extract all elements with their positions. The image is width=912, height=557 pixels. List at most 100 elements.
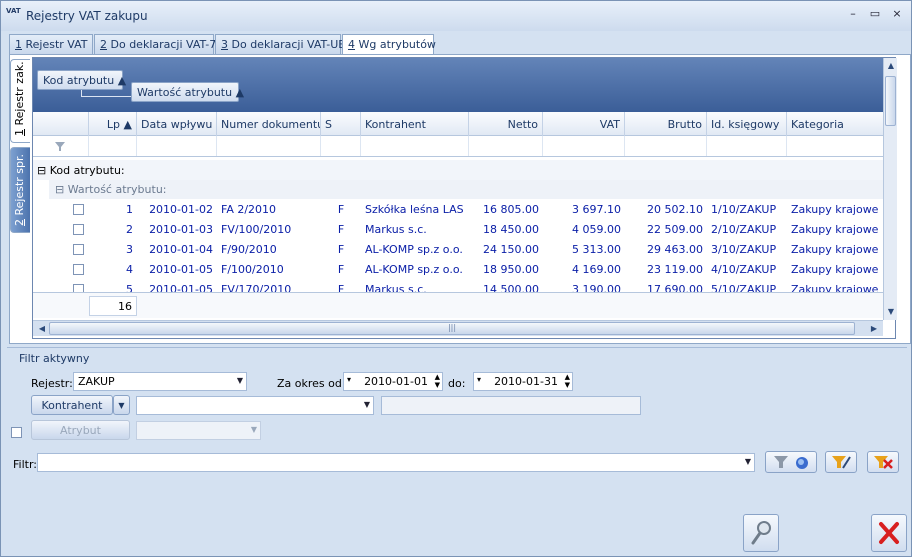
register-select[interactable]: ZAKUP ▼ xyxy=(73,372,247,391)
date-to-input[interactable]: ▾ 2010-01-31 ▲ ▼ xyxy=(473,372,573,391)
row-checkbox[interactable] xyxy=(73,224,84,235)
row-checkbox[interactable] xyxy=(73,264,84,275)
row-checkbox[interactable] xyxy=(73,204,84,215)
filter-cell-icon[interactable] xyxy=(33,136,89,156)
group-chip-wartosc-atrybutu[interactable]: Wartość atrybutu ▲ xyxy=(131,82,244,102)
row-checkbox[interactable] xyxy=(73,284,84,292)
filter-wizard-button[interactable] xyxy=(825,451,857,473)
header-brutto[interactable]: Brutto xyxy=(625,112,707,136)
group-chip-kod-atrybutu[interactable]: Kod atrybutu ▲ xyxy=(37,70,126,90)
filter-cell-s[interactable] xyxy=(321,136,361,156)
vtab-rejestr-zak[interactable]: 1 Rejestr zak. xyxy=(10,59,30,143)
filter-cell-kontrahent[interactable] xyxy=(361,136,469,156)
header-netto[interactable]: Netto xyxy=(469,112,543,136)
header-vat[interactable]: VAT xyxy=(543,112,625,136)
contractor-dropdown-icon[interactable]: ▼ xyxy=(113,395,130,415)
spin-icon[interactable]: ▲ ▼ xyxy=(435,373,440,389)
header-lp[interactable]: Lp ▲ xyxy=(89,112,137,136)
attribute-checkbox[interactable] xyxy=(11,427,22,438)
scroll-thumb[interactable] xyxy=(885,76,896,126)
group-row-wartosc-atrybutu[interactable]: ⊟ Wartość atrybutu: xyxy=(49,180,883,199)
minimize-button[interactable]: – xyxy=(843,7,863,23)
filter-cell-id[interactable] xyxy=(707,136,787,156)
close-icon xyxy=(879,522,899,544)
scroll-left-arrow-icon[interactable]: ◀ xyxy=(35,324,49,333)
header-kategoria[interactable]: Kategoria xyxy=(787,112,883,136)
vertical-scrollbar[interactable]: ▲ ▼ xyxy=(883,58,897,320)
cell-s: F xyxy=(337,283,345,292)
cell-brutto: 20 502.10 xyxy=(647,203,703,216)
horizontal-scrollbar[interactable]: ◀ ||| ▶ xyxy=(33,320,883,336)
header-s[interactable]: S xyxy=(321,112,361,136)
filter-cell-lp[interactable] xyxy=(89,136,137,156)
close-window-button[interactable]: × xyxy=(887,7,907,23)
close-button[interactable] xyxy=(871,514,907,552)
cell-contractor: Markus s.c. xyxy=(365,223,427,236)
header-data-wplywu[interactable]: Data wpływu xyxy=(137,112,217,136)
window-title: Rejestry VAT zakupu xyxy=(26,9,148,23)
filter-input[interactable]: ▼ xyxy=(37,453,755,472)
cell-category: Zakupy krajowe xyxy=(791,243,879,256)
tab-do-deklaracji-vat7[interactable]: 2 Do deklaracji VAT-7 xyxy=(94,34,216,54)
table-row[interactable]: 3 2010-01-04 F/90/2010 F AL-KOMP sp.z o.… xyxy=(33,239,883,259)
cell-s: F xyxy=(337,203,345,216)
header-id-ksiegowy[interactable]: Id. księgowy xyxy=(707,112,787,136)
tab-rejestr-vat[interactable]: 1 Rejestr VAT xyxy=(9,34,93,54)
table-row[interactable]: 4 2010-01-05 F/100/2010 F AL-KOMP sp.z o… xyxy=(33,259,883,279)
row-count: 16 xyxy=(89,296,137,316)
filter-cell-data[interactable] xyxy=(137,136,217,156)
contractor-select[interactable]: ▼ xyxy=(136,396,374,415)
cell-date: 2010-01-04 xyxy=(149,243,213,256)
table-row[interactable]: 5 2010-01-05 FV/170/2010 F Markus s.c. 1… xyxy=(33,279,883,292)
cell-netto: 18 950.00 xyxy=(483,263,539,276)
scroll-right-arrow-icon[interactable]: ▶ xyxy=(867,324,881,333)
attribute-select[interactable]: ▼ xyxy=(136,421,261,440)
tab-wg-atrybutow[interactable]: 4 Wg atrybutów xyxy=(342,34,436,55)
cell-lp: 1 xyxy=(126,203,133,216)
chevron-down-icon[interactable]: ▾ xyxy=(347,375,351,384)
cell-s: F xyxy=(337,263,345,276)
cell-contractor: Markus s.c. xyxy=(365,283,427,292)
row-checkbox[interactable] xyxy=(73,244,84,255)
filter-cell-vat[interactable] xyxy=(543,136,625,156)
table-row[interactable]: 1 2010-01-02 FA 2/2010 F Szkółka leśna L… xyxy=(33,199,883,219)
maximize-button[interactable]: ▭ xyxy=(865,7,885,23)
funnel-edit-icon xyxy=(832,456,851,469)
filter-cell-brutto[interactable] xyxy=(625,136,707,156)
table-row[interactable]: 2 2010-01-03 FV/100/2010 F Markus s.c. 1… xyxy=(33,219,883,239)
header-kontrahent[interactable]: Kontrahent xyxy=(361,112,469,136)
spin-icon[interactable]: ▲ ▼ xyxy=(565,373,570,389)
filter-cell-numer[interactable] xyxy=(217,136,321,156)
apply-filter-button[interactable] xyxy=(765,451,817,473)
scroll-up-arrow-icon[interactable]: ▲ xyxy=(884,61,898,70)
date-from-input[interactable]: ▾ 2010-01-01 ▲ ▼ xyxy=(343,372,443,391)
h-scroll-thumb[interactable]: ||| xyxy=(49,322,855,335)
cell-date: 2010-01-03 xyxy=(149,223,213,236)
contractor-button[interactable]: Kontrahent xyxy=(31,395,113,415)
cell-brutto: 23 119.00 xyxy=(647,263,703,276)
filter-panel: Filtr aktywny Rejestr: ZAKUP ▼ Za okres … xyxy=(7,347,907,477)
header-numer-dokumentu[interactable]: Numer dokumentu xyxy=(217,112,321,136)
scroll-down-arrow-icon[interactable]: ▼ xyxy=(884,307,898,316)
cell-vat: 4 169.00 xyxy=(572,263,621,276)
tab-do-deklaracji-vatue[interactable]: 3 Do deklaracji VAT-UE xyxy=(215,34,345,54)
cell-lp: 3 xyxy=(126,243,133,256)
cell-lp: 5 xyxy=(126,283,133,292)
cell-vat: 3 190.00 xyxy=(572,283,621,292)
attribute-button[interactable]: Atrybut xyxy=(31,420,130,440)
filter-cell-netto[interactable] xyxy=(469,136,543,156)
cell-id: 3/10/ZAKUP xyxy=(711,243,777,256)
vtab-rejestr-spr[interactable]: 2 Rejestr spr. xyxy=(10,147,30,233)
filter-cell-kategoria[interactable] xyxy=(787,136,883,156)
cell-lp: 4 xyxy=(126,263,133,276)
chevron-down-icon[interactable]: ▾ xyxy=(477,375,481,384)
chevron-down-icon: ▼ xyxy=(744,457,751,466)
cell-vat: 3 697.10 xyxy=(572,203,621,216)
group-row-kod-atrybutu[interactable]: ⊟ Kod atrybutu: xyxy=(33,160,883,180)
cell-category: Zakupy krajowe xyxy=(791,283,879,292)
period-label: Za okres od: xyxy=(277,377,346,390)
clear-filter-button[interactable] xyxy=(867,451,899,473)
cell-id: 4/10/ZAKUP xyxy=(711,263,777,276)
preview-button[interactable] xyxy=(743,514,779,552)
cell-contractor: AL-KOMP sp.z o.o. xyxy=(365,263,463,276)
